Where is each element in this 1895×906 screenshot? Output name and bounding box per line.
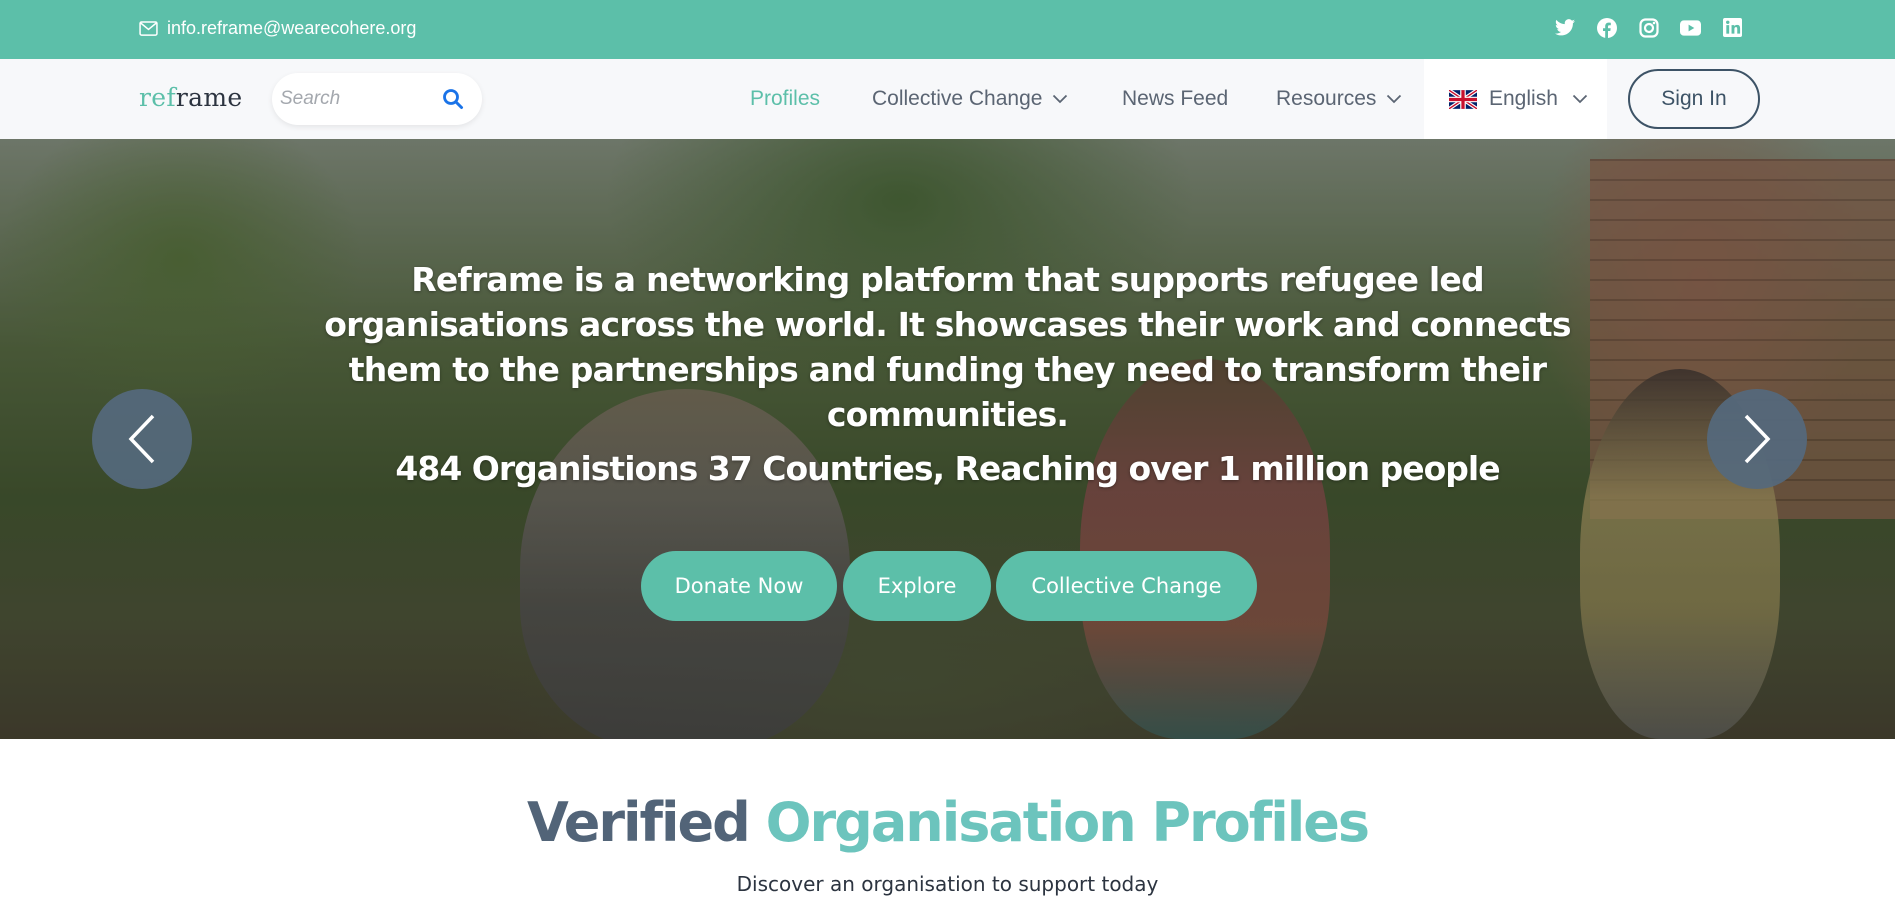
- uk-flag-icon: [1449, 89, 1477, 109]
- main-navbar: reframe Profiles Collective Change News …: [0, 59, 1895, 139]
- nav-item-label: Resources: [1276, 87, 1377, 110]
- search-icon[interactable]: [442, 88, 464, 110]
- section-subtitle: Discover an organisation to support toda…: [736, 872, 1159, 896]
- collective-change-button[interactable]: Collective Change: [996, 551, 1257, 621]
- linkedin-icon[interactable]: [1722, 17, 1743, 38]
- nav-item-resources[interactable]: Resources: [1276, 87, 1402, 111]
- nav-item-news-feed[interactable]: News Feed: [1122, 87, 1228, 111]
- hero-overlay: [0, 139, 1895, 739]
- facebook-icon[interactable]: [1596, 17, 1617, 38]
- section-title-part2: Organisation Profiles: [765, 791, 1370, 854]
- hero-description: Reframe is a networking platform that su…: [324, 260, 1571, 434]
- section-title-part1: Verified: [526, 791, 751, 854]
- email-link[interactable]: info.reframe@wearecohere.org: [139, 18, 416, 39]
- logo-part-ref: ref: [139, 83, 176, 112]
- search-box: [272, 73, 482, 125]
- envelope-icon: [139, 21, 158, 36]
- hero-stats: 484 Organistions 37 Countries, Reaching …: [395, 449, 1500, 488]
- explore-button[interactable]: Explore: [843, 551, 991, 621]
- instagram-icon[interactable]: [1638, 17, 1659, 38]
- nav-collective-change[interactable]: Collective Change: [872, 59, 1068, 139]
- nav-item-label: Collective Change: [872, 87, 1043, 110]
- language-selector[interactable]: English: [1424, 59, 1607, 139]
- social-links: [1554, 17, 1743, 38]
- chevron-down-icon: [1387, 94, 1402, 104]
- carousel-prev-button[interactable]: [92, 389, 192, 489]
- nav-news-feed[interactable]: News Feed: [1122, 59, 1228, 139]
- chevron-down-icon: [1053, 94, 1068, 104]
- nav-profiles[interactable]: Profiles: [750, 59, 820, 139]
- reframe-logo[interactable]: reframe: [139, 83, 242, 112]
- section-title: Verified Organisation Profiles: [0, 788, 1895, 858]
- carousel-next-button[interactable]: [1707, 389, 1807, 489]
- twitter-icon[interactable]: [1554, 17, 1575, 38]
- youtube-icon[interactable]: [1680, 17, 1701, 38]
- search-input[interactable]: [280, 88, 430, 110]
- logo-part-rame: rame: [175, 83, 243, 112]
- chevron-left-icon: [128, 414, 155, 464]
- email-text: info.reframe@wearecohere.org: [167, 18, 417, 38]
- nav-resources[interactable]: Resources: [1276, 59, 1402, 139]
- top-bar: info.reframe@wearecohere.org: [0, 0, 1895, 59]
- chevron-right-icon: [1744, 414, 1771, 464]
- hero-carousel: Reframe is a networking platform that su…: [0, 139, 1895, 739]
- nav-item-collective-change[interactable]: Collective Change: [872, 87, 1068, 111]
- language-label: English: [1489, 87, 1558, 110]
- donate-now-button[interactable]: Donate Now: [641, 551, 837, 621]
- chevron-down-icon: [1572, 94, 1588, 104]
- nav-item-profiles[interactable]: Profiles: [750, 87, 820, 111]
- sign-in-button[interactable]: Sign In: [1628, 69, 1760, 129]
